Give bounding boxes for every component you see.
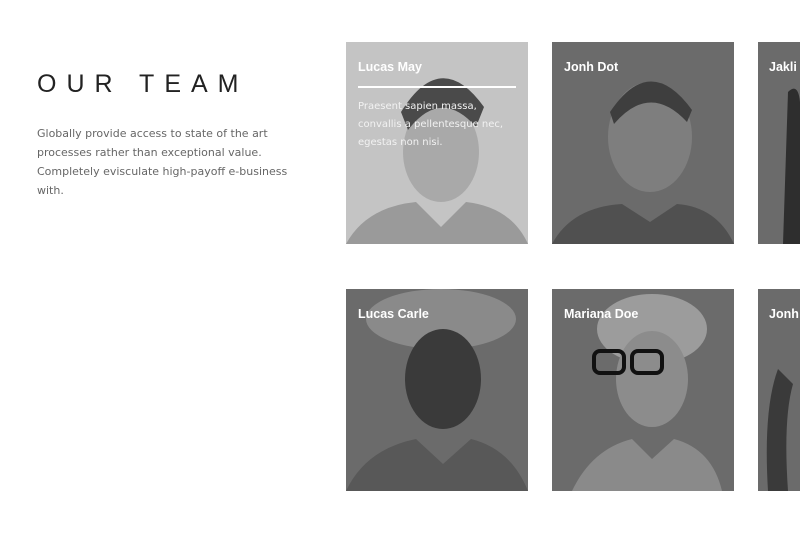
team-card-jonh-dot[interactable]: Jonh Dot: [552, 42, 734, 244]
member-name: Lucas May: [358, 60, 422, 74]
team-card-6[interactable]: Jonh: [758, 289, 800, 491]
team-card-3[interactable]: Jakli: [758, 42, 800, 244]
member-name: Jonh Dot: [564, 60, 619, 74]
divider: [358, 86, 516, 88]
member-name: Jonh: [769, 307, 799, 321]
member-name: Jakli: [769, 60, 797, 74]
team-card-mariana-doe[interactable]: Mariana Doe: [552, 289, 734, 491]
member-description: Praesent sapien massa, convallis a pelle…: [358, 101, 504, 148]
team-card-lucas-may[interactable]: Lucas May Praesent sapien massa, convall…: [346, 42, 528, 244]
section-title: OUR TEAM: [37, 70, 249, 98]
member-name: Mariana Doe: [564, 307, 639, 321]
team-card-lucas-carle[interactable]: Lucas Carle: [346, 289, 528, 491]
section-intro: Globally provide access to state of the …: [37, 127, 288, 197]
member-name: Lucas Carle: [358, 307, 429, 321]
